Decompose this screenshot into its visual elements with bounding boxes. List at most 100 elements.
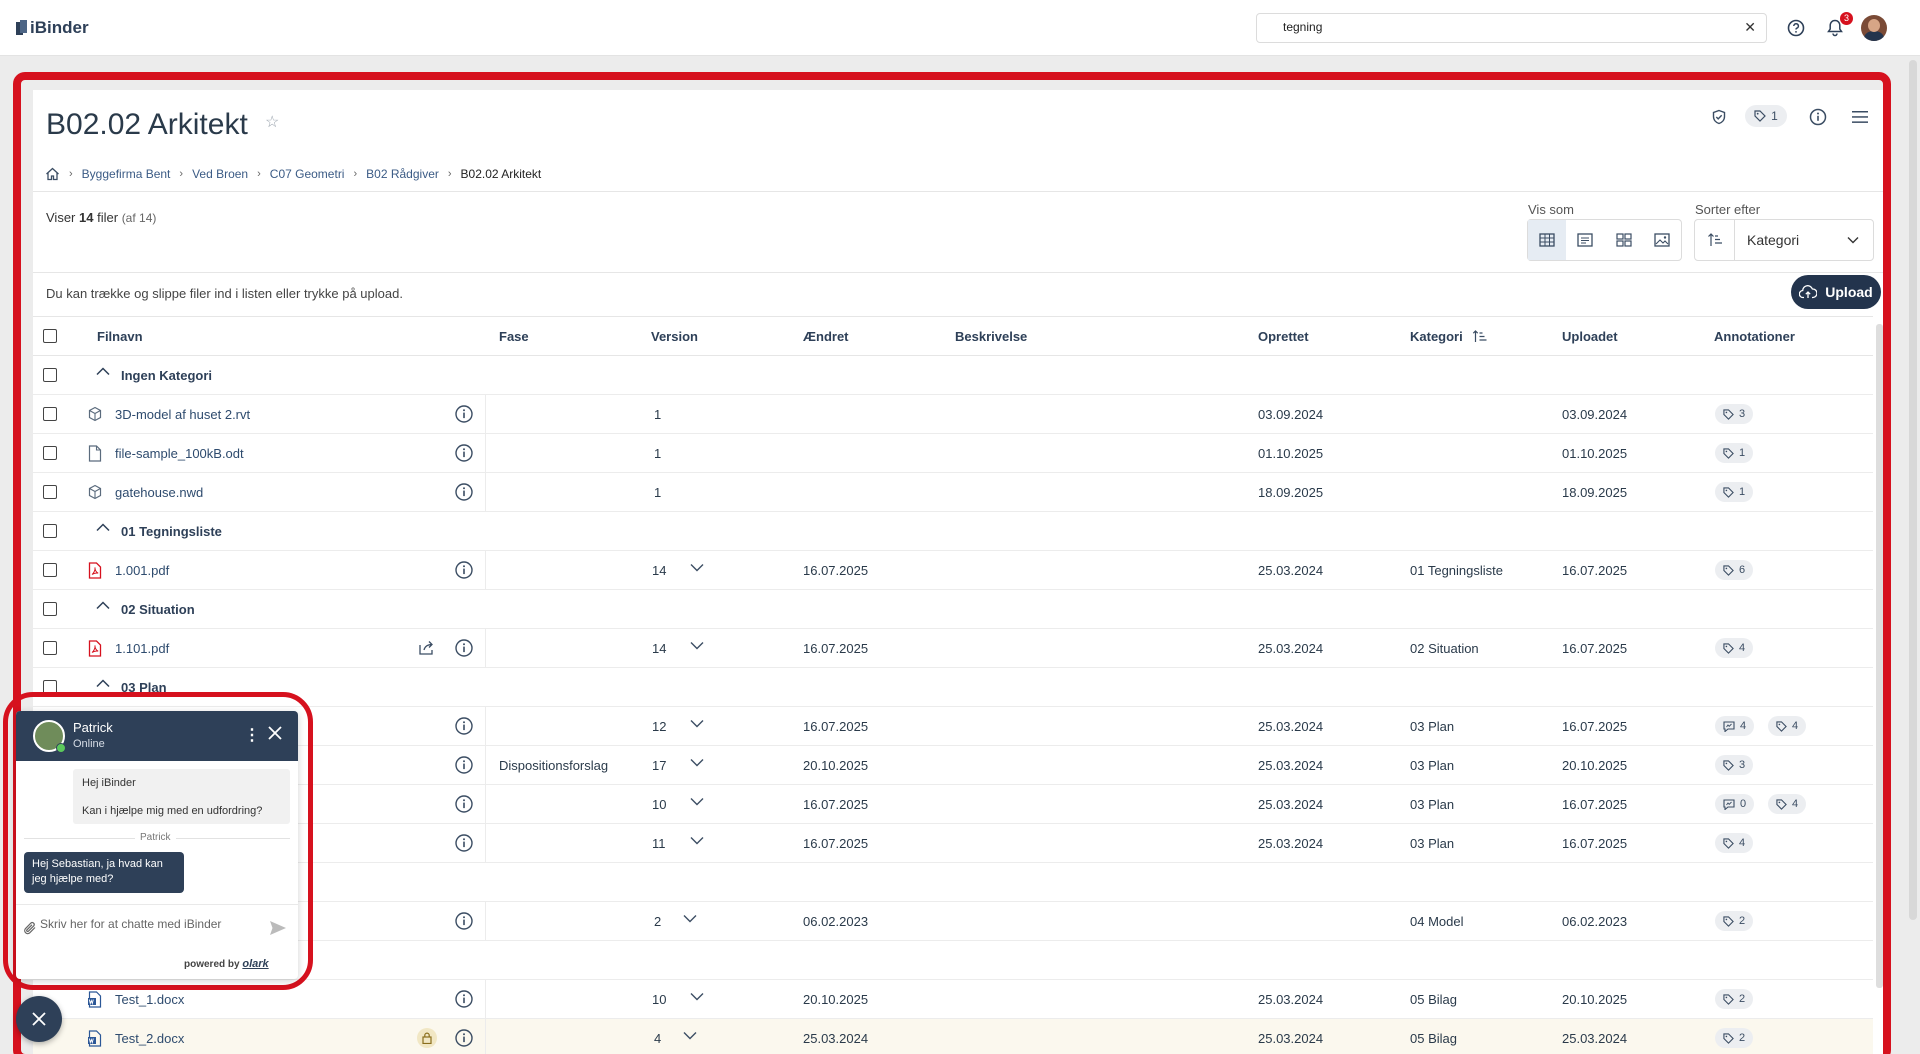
chevron-up-icon[interactable] [96,679,110,688]
info-icon[interactable] [454,755,474,775]
chevron-up-icon[interactable] [96,601,110,610]
version-chevron-down-icon[interactable] [683,1031,697,1040]
row-checkbox[interactable] [43,563,57,577]
column-annotations[interactable]: Annotationer [1714,329,1795,344]
table-row[interactable]: 1.001.pdf 14 16.07.2025 25.03.2024 01 Te… [33,551,1873,590]
breadcrumb-item[interactable]: Ved Broen [192,167,248,181]
table-row[interactable]: Test_2.docx 4 25.03.2024 25.03.2024 05 B… [33,1019,1873,1054]
paperclip-icon[interactable] [23,921,37,935]
column-created[interactable]: Oprettet [1258,329,1309,344]
sort-direction-button[interactable] [1695,220,1735,260]
shield-check-icon[interactable] [1708,106,1730,128]
tags-badge[interactable]: 2 [1715,911,1754,931]
view-list-button[interactable] [1566,220,1604,260]
page-scrollbar[interactable] [1909,60,1917,920]
chevron-up-icon[interactable] [96,523,110,532]
group-checkbox[interactable] [43,602,57,616]
table-row[interactable]: file-sample_100kB.odt 1 01.10.2025 01.10… [33,434,1873,473]
group-row[interactable]: 03 Plan [33,668,1873,707]
info-icon[interactable] [454,833,474,853]
info-icon[interactable] [454,794,474,814]
view-table-button[interactable] [1528,220,1567,260]
row-checkbox[interactable] [43,407,57,421]
tags-badge[interactable]: 4 [1715,833,1754,853]
folder-tags-badge[interactable]: 1 [1745,105,1787,127]
info-icon[interactable] [454,443,474,463]
file-name[interactable]: Test_1.docx [115,992,184,1007]
file-name[interactable]: Test_2.docx [115,1031,184,1046]
info-icon[interactable] [454,482,474,502]
clear-search-icon[interactable]: ✕ [1744,19,1756,36]
table-row[interactable]: gatehouse.nwd 1 18.09.2025 18.09.2025 1 [33,473,1873,512]
row-checkbox[interactable] [43,485,57,499]
file-name[interactable]: gatehouse.nwd [115,485,203,500]
breadcrumb-item[interactable]: C07 Geometri [270,167,345,181]
version-chevron-down-icon[interactable] [690,719,704,728]
send-icon[interactable] [269,920,287,936]
breadcrumb-item[interactable]: B02 Rådgiver [366,167,439,181]
version-chevron-down-icon[interactable] [690,797,704,806]
info-icon[interactable] [454,404,474,424]
info-icon[interactable] [454,911,474,931]
tags-badge[interactable]: 4 [1768,794,1807,814]
hamburger-menu-icon[interactable] [1849,106,1871,128]
info-icon[interactable] [1807,106,1829,128]
chevron-up-icon[interactable] [96,367,110,376]
home-icon[interactable] [45,167,60,181]
version-chevron-down-icon[interactable] [690,992,704,1001]
tags-badge[interactable]: 1 [1715,482,1754,502]
tags-badge[interactable]: 3 [1715,404,1754,424]
table-row[interactable]: 3D-model af huset 2.rvt 1 03.09.2024 03.… [33,395,1873,434]
column-description[interactable]: Beskrivelse [955,329,1027,344]
table-scrollbar[interactable] [1876,324,1883,988]
info-icon[interactable] [454,560,474,580]
view-gallery-button[interactable] [1643,220,1681,260]
tags-badge[interactable]: 1 [1715,443,1754,463]
user-avatar[interactable] [1861,15,1887,41]
file-name[interactable]: 1.101.pdf [115,641,169,656]
version-chevron-down-icon[interactable] [690,563,704,572]
info-icon[interactable] [454,716,474,736]
view-grid-button[interactable] [1605,220,1643,260]
group-row[interactable]: 02 Situation [33,590,1873,629]
file-name[interactable]: file-sample_100kB.odt [115,446,244,461]
table-row[interactable]: 1.101.pdf 14 16.07.2025 25.03.2024 02 Si… [33,629,1873,668]
column-changed[interactable]: Ændret [803,329,849,344]
group-row[interactable]: 01 Tegningsliste [33,512,1873,551]
version-chevron-down-icon[interactable] [690,836,704,845]
column-phase[interactable]: Fase [499,329,529,344]
file-name[interactable]: 1.001.pdf [115,563,169,578]
group-checkbox[interactable] [43,368,57,382]
tags-badge[interactable]: 2 [1715,989,1754,1009]
info-icon[interactable] [454,989,474,1009]
row-checkbox[interactable] [43,446,57,460]
group-checkbox[interactable] [43,524,57,538]
tags-badge[interactable]: 6 [1715,560,1754,580]
powered-by[interactable]: powered by olark [184,958,269,970]
breadcrumb-item[interactable]: Byggefirma Bent [82,167,171,181]
search-input[interactable] [1283,20,1723,34]
sort-select[interactable]: Kategori [1694,219,1874,261]
upload-button[interactable]: Upload [1791,275,1881,309]
close-icon[interactable] [266,724,284,742]
table-row[interactable]: Test_1.docx 10 20.10.2025 25.03.2024 05 … [33,980,1873,1019]
column-filename[interactable]: Filnavn [97,329,143,344]
share-icon[interactable] [417,639,435,657]
column-version[interactable]: Version [651,329,698,344]
help-icon[interactable] [1785,17,1807,39]
tags-badge[interactable]: 4 [1768,716,1807,736]
column-uploaded[interactable]: Uploadet [1562,329,1618,344]
logo[interactable]: iBinder [16,18,89,38]
tags-badge[interactable]: 3 [1715,755,1754,775]
lock-icon[interactable] [417,1028,437,1048]
comments-badge[interactable]: 4 [1715,716,1755,736]
tags-badge[interactable]: 2 [1715,1028,1754,1048]
select-all-checkbox[interactable] [43,329,57,343]
more-vertical-icon[interactable]: ⋮ [244,725,260,745]
comments-badge[interactable]: 0 [1715,794,1755,814]
version-chevron-down-icon[interactable] [683,914,697,923]
row-checkbox[interactable] [43,641,57,655]
chat-message-input[interactable] [40,917,250,931]
info-icon[interactable] [454,1028,474,1048]
column-category[interactable]: Kategori [1410,329,1488,344]
